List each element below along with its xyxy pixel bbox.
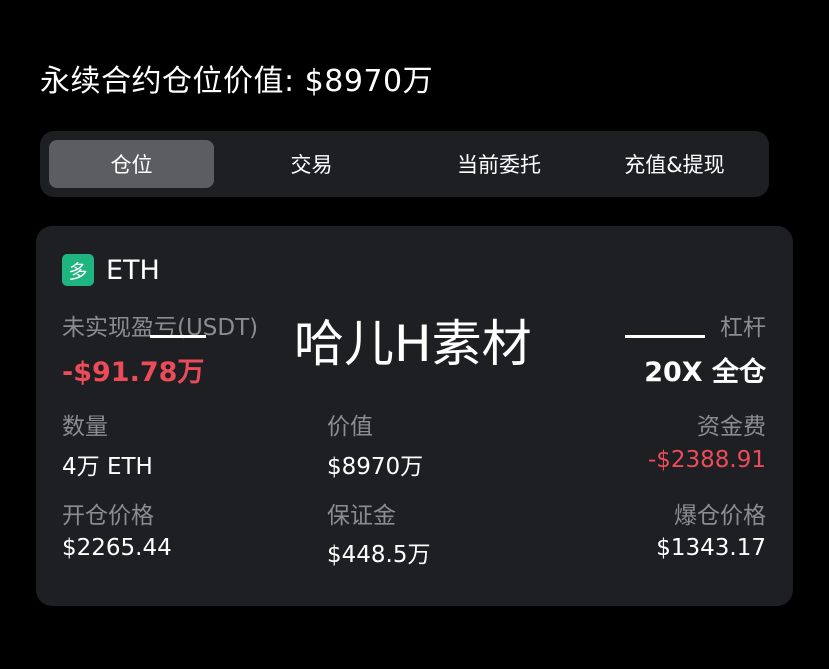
- tab-positions[interactable]: 仓位: [49, 140, 214, 188]
- funding-fee-label: 资金费: [697, 414, 766, 440]
- symbol-label: ETH: [106, 254, 160, 286]
- value-value: $8970万: [327, 454, 424, 480]
- entry-price-label: 开仓价格: [62, 503, 154, 529]
- long-side-badge: 多: [62, 254, 94, 286]
- leverage-label: 杠杆: [720, 315, 766, 341]
- tab-bar: 仓位 交易 当前委托 充值&提现: [40, 131, 769, 197]
- page-title: 永续合约仓位价值: $8970万: [40, 64, 434, 99]
- quantity-label: 数量: [62, 414, 108, 440]
- leverage-value: 20X 全仓: [644, 357, 766, 388]
- liquidation-price-label: 爆仓价格: [674, 503, 766, 529]
- tab-trade[interactable]: 交易: [214, 140, 409, 188]
- watermark-line-left: [150, 335, 206, 338]
- value-label: 价值: [327, 414, 373, 440]
- position-card[interactable]: 多 ETH 未实现盈亏(USDT) -$91.78万 杠杆 20X 全仓 数量 …: [36, 226, 793, 606]
- funding-fee-value: -$2388.91: [647, 447, 766, 473]
- tab-deposit-withdraw[interactable]: 充值&提现: [589, 140, 760, 188]
- symbol-row: 多 ETH: [62, 254, 160, 286]
- margin-value: $448.5万: [327, 542, 431, 568]
- watermark-text: 哈儿H素材: [294, 315, 532, 373]
- entry-price-value: $2265.44: [62, 535, 172, 561]
- quantity-value: 4万 ETH: [62, 454, 153, 480]
- tab-open-orders[interactable]: 当前委托: [409, 140, 589, 188]
- unrealized-pnl-value: -$91.78万: [62, 357, 205, 388]
- liquidation-price-value: $1343.17: [656, 535, 766, 561]
- watermark-line-right: [625, 335, 705, 338]
- page: 永续合约仓位价值: $8970万 仓位 交易 当前委托 充值&提现 多 ETH …: [0, 0, 829, 669]
- margin-label: 保证金: [327, 503, 396, 529]
